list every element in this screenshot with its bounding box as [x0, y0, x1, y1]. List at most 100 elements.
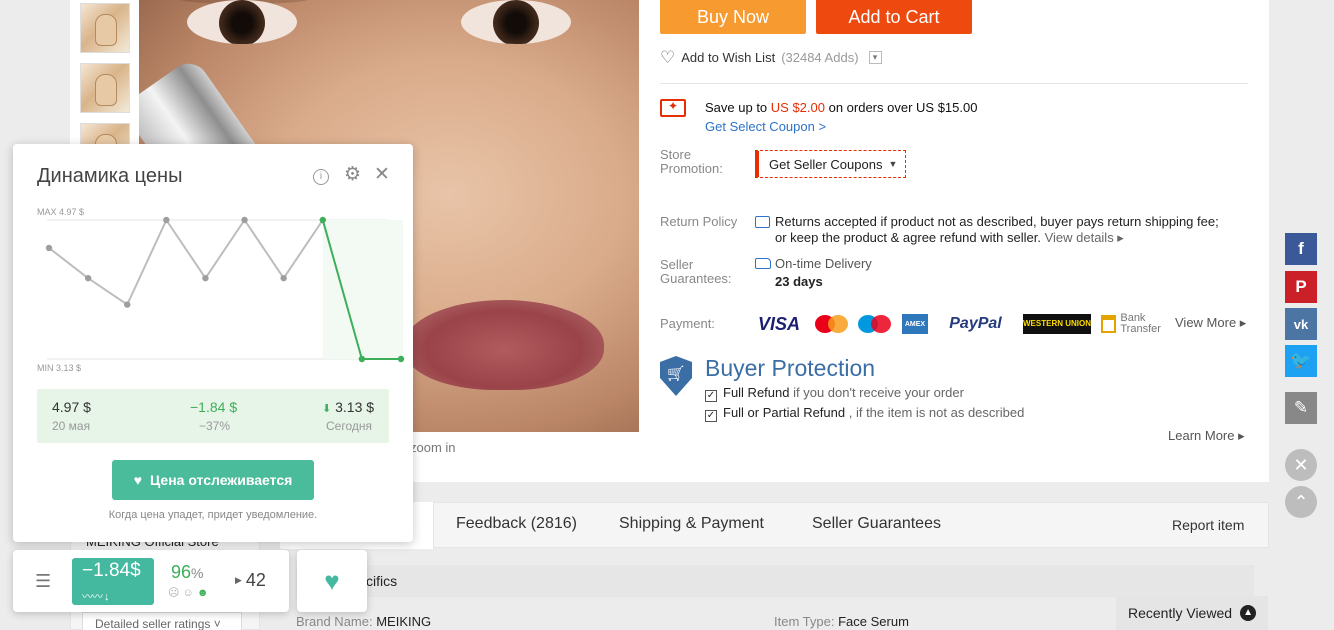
notify-text: Когда цена упадет, придет уведомление.: [108, 509, 318, 521]
current-price: ⬇ 3.13 $: [322, 399, 374, 415]
price-tracked-label: Цена отслеживается: [150, 472, 293, 488]
paypal-logo: PayPal: [949, 315, 1002, 332]
review-count[interactable]: ▶ 42: [235, 570, 266, 591]
wish-count: (32484 Adds): [781, 50, 859, 65]
chart-point: [319, 216, 326, 224]
chart-segment: [243, 219, 285, 279]
current-label: Сегодня: [326, 419, 372, 433]
thumbnail-1[interactable]: [80, 3, 130, 53]
western-union-logo: WESTERN UNION: [1023, 314, 1091, 334]
close-icon[interactable]: ✕: [374, 165, 390, 184]
vk-icon[interactable]: vk: [1285, 308, 1317, 340]
recently-viewed-label: Recently Viewed: [1128, 605, 1233, 621]
chart-segment: [126, 219, 168, 306]
payment-label: Payment:: [660, 316, 715, 331]
chart-segment: [282, 219, 324, 279]
item2-rest: , if the item is not as described: [845, 405, 1025, 420]
chevron-up-icon: ▲: [1240, 605, 1257, 621]
thumbnail-2[interactable]: [80, 63, 130, 113]
gear-icon[interactable]: ⚙: [344, 165, 361, 184]
seller-coupons-label: Get Seller Coupons: [769, 156, 883, 172]
bank-icon: [1101, 315, 1117, 333]
coupon-icon: [660, 99, 686, 117]
chart-point: [84, 274, 92, 282]
start-date: 20 мая: [52, 419, 91, 433]
price-tracked-button[interactable]: ♥ Цена отслеживается: [112, 460, 314, 500]
rating-faces-icon: ☹ ☺ ☻: [168, 587, 209, 599]
get-seller-coupons-button[interactable]: Get Seller Coupons ▼: [755, 150, 906, 178]
buy-now-button[interactable]: Buy Now: [660, 0, 806, 34]
save-amount: US $2.00: [770, 100, 825, 115]
chart-point: [163, 216, 170, 224]
favorite-heart-button[interactable]: ♥: [297, 550, 367, 612]
item1-bold: Full Refund: [723, 385, 790, 400]
return-policy-text: Returns accepted if product not as descr…: [775, 214, 1219, 246]
price-wave-icon: 〰〰 ↓: [82, 591, 110, 603]
chart-segment: [165, 219, 207, 279]
arrow-down-icon: ⬇: [322, 403, 332, 415]
learn-more-link[interactable]: Learn More ▸: [1168, 428, 1245, 444]
ratings-label: Detailed seller ratings: [95, 617, 211, 630]
chevron-down-icon[interactable]: ▾: [868, 51, 882, 64]
bank-transfer-label: Bank Transfer: [1120, 312, 1161, 335]
seller-ratings-dropdown[interactable]: Detailed seller ratings ˅: [82, 612, 242, 630]
list-icon[interactable]: ☰: [35, 571, 51, 592]
tab-seller-guarantees[interactable]: Seller Guarantees: [812, 515, 941, 533]
return-policy-label: Return Policy: [660, 214, 738, 229]
view-more-payment-link[interactable]: View More ▸: [1175, 315, 1246, 331]
check-icon: ✓: [705, 410, 717, 422]
zoom-hint: zoom in: [410, 440, 456, 455]
return-line-1: Returns accepted if product not as descr…: [775, 214, 1219, 229]
start-price: 4.97 $: [52, 399, 91, 415]
mastercard-logo: [815, 314, 849, 334]
brand-value: MEIKING: [376, 614, 432, 629]
full-refund-item: ✓ Full Refund if you don't receive your o…: [705, 385, 964, 402]
maestro-logo: [858, 314, 892, 334]
save-promo: Save up to US $2.00 on orders over US $1…: [705, 100, 977, 115]
chevron-up-icon[interactable]: ⌃: [1285, 486, 1317, 518]
caret-down-icon: ▼: [888, 159, 898, 169]
wish-list[interactable]: ♡ Add to Wish List (32484 Adds) ▾: [660, 49, 882, 66]
truck-icon: [755, 258, 771, 269]
seller-guarantees-label: Seller Guarantees:: [660, 257, 732, 286]
type-label: Item Type:: [774, 614, 835, 629]
item-specifics-header: [296, 565, 1254, 597]
partial-refund-item: ✓ Full or Partial Refund , if the item is…: [705, 405, 1024, 422]
info-icon[interactable]: i: [313, 169, 329, 185]
add-to-cart-button[interactable]: Add to Cart: [816, 0, 972, 34]
item-specifics-title: cifics: [366, 573, 398, 589]
pinterest-icon[interactable]: P: [1285, 271, 1317, 303]
price-stats: 4.97 $ 20 мая −1.84 $ −37% ⬇ 3.13 $ Сего…: [37, 389, 389, 443]
price-change-value: −1.84$: [82, 560, 141, 581]
chart-point: [280, 274, 287, 282]
report-item-link[interactable]: Report item: [1172, 517, 1244, 533]
return-policy-icon: [755, 216, 770, 228]
view-details-link[interactable]: View details ▸: [1045, 230, 1124, 245]
heart-icon: ♥: [133, 472, 143, 488]
close-icon[interactable]: ✕: [1285, 449, 1317, 481]
wish-list-label[interactable]: Add to Wish List: [681, 50, 775, 65]
chart-point: [358, 355, 366, 363]
facebook-icon[interactable]: f: [1285, 233, 1317, 265]
pencil-icon[interactable]: ✎: [1285, 392, 1317, 424]
get-select-coupon-link[interactable]: Get Select Coupon >: [705, 119, 826, 134]
store-promotion-label: Store Promotion:: [660, 147, 723, 176]
twitter-icon[interactable]: 🐦: [1285, 345, 1317, 377]
brand-name-row: Brand Name: MEIKING: [296, 614, 431, 629]
price-change-badge[interactable]: −1.84$ 〰〰 ↓: [72, 558, 154, 605]
item1-rest: if you don't receive your order: [789, 385, 964, 400]
tab-feedback[interactable]: Feedback (2816): [456, 515, 577, 533]
type-value: Face Serum: [838, 614, 909, 629]
buyer-protection-title: Buyer Protection: [705, 355, 876, 381]
recent-period-band: [322, 220, 403, 359]
tab-shipping-payment[interactable]: Shipping & Payment: [619, 515, 764, 533]
save-prefix: Save up to: [705, 100, 771, 115]
return-line-2: or keep the product & agree refund with …: [775, 230, 1041, 245]
price-widget: ☰ −1.84$ 〰〰 ↓ 96% ☹ ☺ ☻ ▶ 42: [13, 550, 289, 612]
brand-label: Brand Name:: [296, 614, 373, 629]
item2-bold: Full or Partial Refund: [723, 405, 846, 420]
chart-segment: [87, 277, 128, 306]
recently-viewed-button[interactable]: Recently Viewed ▲: [1116, 596, 1268, 630]
item-type-row: Item Type: Face Serum: [774, 614, 909, 629]
price-change: −1.84 $: [190, 399, 238, 415]
